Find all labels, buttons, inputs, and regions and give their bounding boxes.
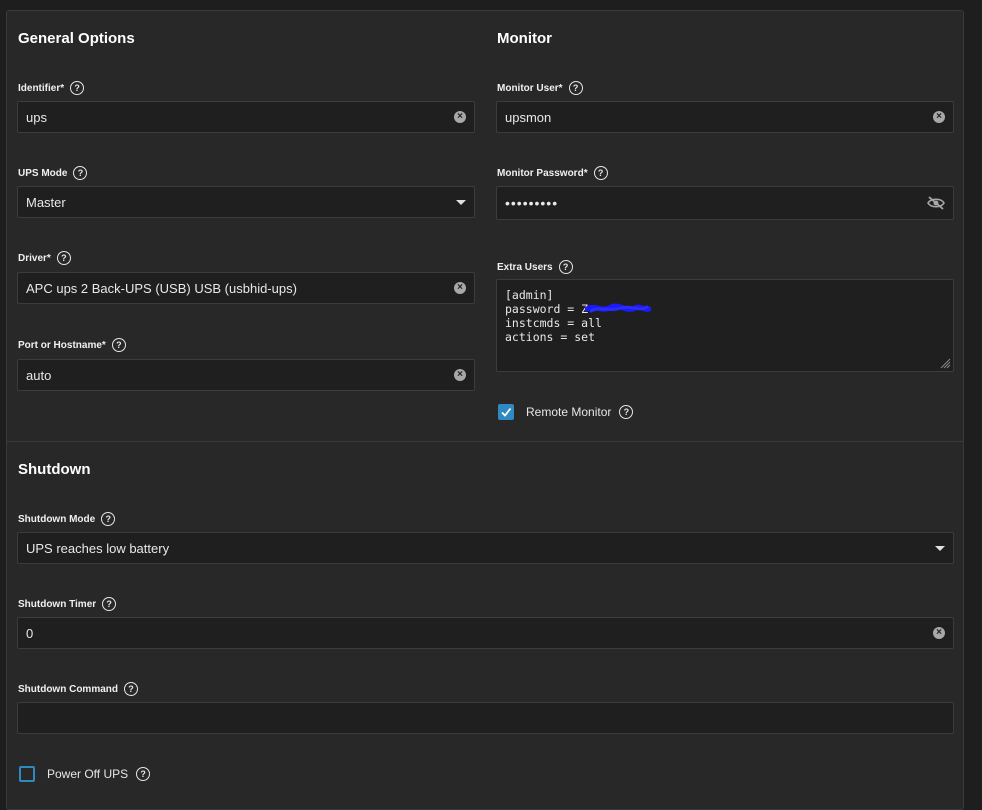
extra-users-label: Extra Users ? [497, 259, 573, 275]
monitor-password-label: Monitor Password* ? [497, 165, 608, 181]
monitor-password-input[interactable]: ••••••••• [496, 186, 954, 220]
port-label: Port or Hostname* ? [18, 337, 126, 353]
shutdown-mode-select[interactable]: UPS reaches low battery [17, 532, 954, 564]
extra-users-line: [admin] [505, 288, 554, 302]
ups-mode-label: UPS Mode ? [18, 165, 88, 181]
remote-monitor-label: Remote Monitor ? [526, 404, 634, 420]
help-icon[interactable]: ? [568, 81, 583, 95]
driver-input[interactable]: APC ups 2 Back-UPS (USB) USB (usbhid-ups… [17, 272, 475, 304]
monitor-user-input[interactable]: upsmon × [496, 101, 954, 133]
driver-label: Driver* ? [18, 250, 71, 266]
eye-off-icon[interactable] [927, 196, 945, 210]
extra-users-line: actions = set [505, 330, 596, 344]
caret-down-icon [456, 199, 466, 205]
clear-icon[interactable]: × [933, 627, 945, 639]
shutdown-mode-label: Shutdown Mode ? [18, 511, 116, 527]
extra-users-line: instcmds = all [505, 316, 602, 330]
resize-handle-icon[interactable] [939, 357, 951, 369]
monitor-title: Monitor [497, 30, 552, 47]
caret-down-icon [935, 545, 945, 551]
shutdown-command-input[interactable] [17, 702, 954, 734]
clear-icon[interactable]: × [454, 111, 466, 123]
help-icon[interactable]: ? [70, 81, 85, 95]
shutdown-timer-label: Shutdown Timer ? [18, 596, 117, 612]
port-input[interactable]: auto × [17, 359, 475, 391]
monitor-user-label: Monitor User* ? [497, 80, 583, 96]
shutdown-title: Shutdown [18, 461, 91, 478]
section-divider [7, 441, 963, 442]
extra-users-textarea[interactable]: [admin] password = Z instcmds = all acti… [496, 279, 954, 372]
ups-service-form: General Options Identifier* ? ups × UPS … [6, 10, 964, 810]
help-icon[interactable]: ? [101, 512, 116, 526]
help-icon[interactable]: ? [124, 682, 138, 696]
help-icon[interactable]: ? [619, 405, 634, 419]
help-icon[interactable]: ? [136, 767, 151, 781]
shutdown-command-label: Shutdown Command ? [18, 681, 138, 697]
help-icon[interactable]: ? [111, 338, 126, 352]
remote-monitor-checkbox[interactable] [498, 404, 514, 420]
help-icon[interactable]: ? [558, 260, 573, 274]
clear-icon[interactable]: × [454, 282, 466, 294]
shutdown-timer-input[interactable]: 0 × [17, 617, 954, 649]
identifier-input[interactable]: ups × [17, 101, 475, 133]
ups-mode-select[interactable]: Master [17, 186, 475, 218]
help-icon[interactable]: ? [102, 597, 117, 611]
identifier-label: Identifier* ? [18, 80, 85, 96]
power-off-ups-checkbox[interactable] [19, 766, 35, 782]
help-icon[interactable]: ? [73, 166, 88, 180]
redaction-scribble [585, 303, 651, 313]
clear-icon[interactable]: × [933, 111, 945, 123]
check-icon [501, 407, 512, 417]
extra-users-line: password = Z [505, 302, 589, 316]
power-off-ups-label: Power Off UPS ? [47, 766, 151, 782]
help-icon[interactable]: ? [56, 251, 71, 265]
general-options-title: General Options [18, 30, 135, 47]
clear-icon[interactable]: × [454, 369, 466, 381]
help-icon[interactable]: ? [593, 166, 608, 180]
